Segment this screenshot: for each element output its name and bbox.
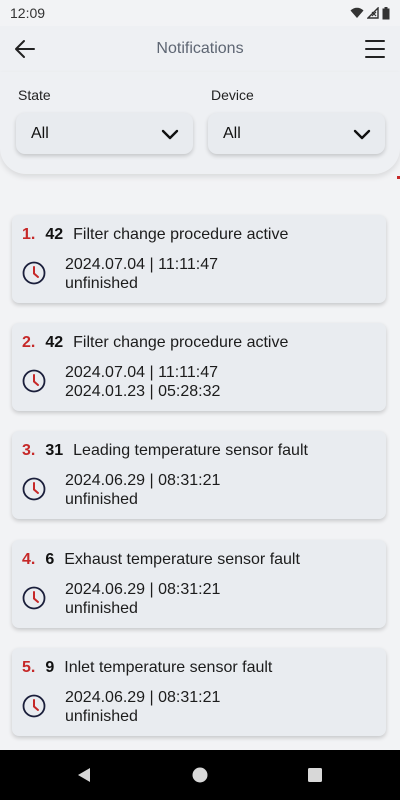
notification-index: 4. — [22, 551, 36, 568]
system-nav-bar — [0, 750, 400, 800]
notification-index: 3. — [22, 442, 36, 459]
notification-card[interactable]: 3. 31 Leading temperature sensor fault 2… — [12, 431, 386, 519]
wifi-icon — [350, 7, 364, 18]
nav-recents-icon[interactable] — [307, 767, 323, 783]
clock-icon — [22, 694, 46, 718]
notification-message: Filter change procedure active — [73, 226, 289, 243]
notification-start-time: 2024.06.29 | 08:31:21 — [65, 472, 221, 489]
notification-header: 1. 42 Filter change procedure active — [22, 226, 288, 244]
status-time: 12:09 — [10, 5, 46, 21]
notification-card[interactable]: 4. 6 Exhaust temperature sensor fault 20… — [12, 540, 386, 628]
notification-end-time: unfinished — [65, 708, 138, 725]
notification-code: 42 — [45, 226, 64, 243]
signal-icon — [367, 7, 379, 19]
chevron-down-icon — [353, 129, 371, 140]
arrow-left-icon[interactable] — [12, 36, 38, 62]
app-header: Notifications — [0, 26, 400, 72]
hamburger-menu-icon[interactable] — [364, 37, 386, 61]
notification-header: 2. 42 Filter change procedure active — [22, 334, 288, 352]
notification-header: 5. 9 Inlet temperature sensor fault — [22, 659, 272, 677]
battery-icon — [382, 6, 390, 19]
filter-panel: State All Device All — [0, 72, 400, 174]
notification-start-time: 2024.07.04 | 11:11:47 — [65, 256, 219, 273]
notification-start-time: 2024.07.04 | 11:11:47 — [65, 364, 219, 381]
nav-home-icon[interactable] — [192, 767, 208, 783]
clock-icon — [22, 586, 46, 610]
notification-header: 3. 31 Leading temperature sensor fault — [22, 442, 308, 460]
notification-card[interactable]: 2. 42 Filter change procedure active 202… — [12, 323, 386, 411]
status-bar: 12:09 — [0, 0, 400, 26]
notification-index: 2. — [22, 334, 36, 351]
notification-message: Inlet temperature sensor fault — [64, 659, 273, 676]
notification-start-time: 2024.06.29 | 08:31:21 — [65, 581, 221, 598]
notification-message: Exhaust temperature sensor fault — [64, 551, 300, 568]
notification-card[interactable]: 5. 9 Inlet temperature sensor fault 2024… — [12, 648, 386, 736]
notification-code: 9 — [45, 659, 55, 676]
notification-card[interactable]: 1. 42 Filter change procedure active 202… — [12, 215, 386, 303]
state-filter-select[interactable]: All — [16, 113, 193, 154]
notification-header: 4. 6 Exhaust temperature sensor fault — [22, 551, 300, 569]
notification-end-time: 2024.01.23 | 05:28:32 — [65, 383, 221, 400]
notification-end-time: unfinished — [65, 491, 138, 508]
notification-code: 6 — [45, 551, 55, 568]
device-filter-label: Device — [211, 87, 254, 103]
state-filter-value: All — [31, 124, 49, 142]
notification-index: 5. — [22, 659, 36, 676]
notification-message: Filter change procedure active — [73, 334, 289, 351]
clock-icon — [22, 477, 46, 501]
page-title: Notifications — [156, 40, 244, 57]
notification-end-time: unfinished — [65, 600, 138, 617]
device-filter-select[interactable]: All — [208, 113, 385, 154]
clock-icon — [22, 369, 46, 393]
device-filter-value: All — [223, 124, 241, 142]
clock-icon — [22, 261, 46, 285]
notification-end-time: unfinished — [65, 275, 138, 292]
state-filter-label: State — [18, 87, 51, 103]
notification-code: 42 — [45, 334, 64, 351]
notification-start-time: 2024.06.29 | 08:31:21 — [65, 689, 221, 706]
status-icons — [350, 6, 390, 20]
nav-back-icon[interactable] — [76, 767, 92, 783]
notification-index: 1. — [22, 226, 36, 243]
chevron-down-icon — [161, 129, 179, 140]
notification-message: Leading temperature sensor fault — [73, 442, 308, 459]
notification-code: 31 — [45, 442, 64, 459]
